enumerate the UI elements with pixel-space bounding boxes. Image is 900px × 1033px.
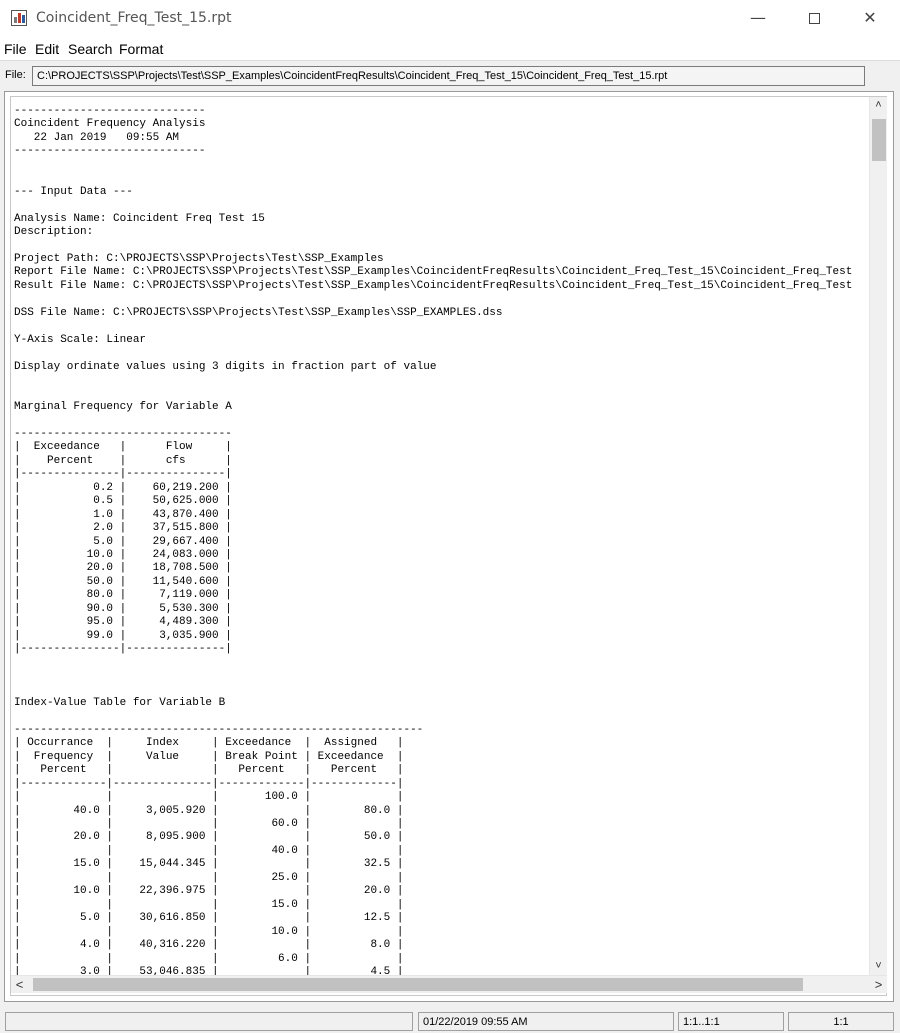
maximize-button[interactable] — [791, 0, 837, 36]
report-line: | 3.0 | 53,046.835 | | 4.5 | — [14, 966, 404, 975]
report-line: ----------------------------------------… — [14, 723, 424, 736]
report-line: | 90.0 | 5,530.300 | — [14, 602, 232, 615]
report-line: | 40.0 | 3,005.920 | | 80.0 | — [14, 804, 404, 817]
vertical-scrollbar[interactable]: ˄ ˅ — [869, 97, 887, 975]
report-line: | 95.0 | 4,489.300 | — [14, 616, 232, 629]
report-line: Analysis Name: Coincident Freq Test 15 — [14, 212, 265, 225]
report-line: Report File Name: C:\PROJECTS\SSP\Projec… — [14, 266, 853, 279]
file-label: File: — [5, 69, 26, 81]
report-line — [14, 670, 869, 683]
report-line: | 50.0 | 11,540.600 | — [14, 575, 232, 588]
report-line: | Percent | cfs | — [14, 454, 232, 467]
report-line — [14, 414, 869, 427]
status-message — [5, 1012, 413, 1031]
menu-search[interactable]: Search — [68, 41, 112, 57]
report-line: | | | 6.0 | | — [14, 952, 404, 965]
report-line: | | | 60.0 | | — [14, 818, 404, 831]
menu-format[interactable]: Format — [119, 41, 163, 57]
report-line: | 1.0 | 43,870.400 | — [14, 508, 232, 521]
file-path-field[interactable]: C:\PROJECTS\SSP\Projects\Test\SSP_Exampl… — [32, 66, 865, 86]
report-line: | | | 25.0 | | — [14, 871, 404, 884]
menu-file[interactable]: File — [4, 41, 27, 57]
report-line: | 10.0 | 22,396.975 | | 20.0 | — [14, 885, 404, 898]
report-line: |---------------|---------------| — [14, 468, 232, 481]
report-line: Marginal Frequency for Variable A — [14, 400, 232, 413]
report-line: | 0.2 | 60,219.200 | — [14, 481, 232, 494]
scroll-down-icon[interactable]: ˅ — [870, 958, 887, 975]
close-button[interactable]: ✕ — [847, 0, 893, 36]
report-line: | Frequency | Value | Break Point | Exce… — [14, 750, 404, 763]
report-line: ----------------------------- — [14, 145, 206, 158]
report-line: --------------------------------- — [14, 427, 232, 440]
status-datetime: 01/22/2019 09:55 AM — [418, 1012, 674, 1031]
report-line — [14, 683, 869, 696]
report-line — [14, 240, 869, 253]
report-line: Display ordinate values using 3 digits i… — [14, 360, 437, 373]
report-line: | 99.0 | 3,035.900 | — [14, 629, 232, 642]
report-line: Result File Name: C:\PROJECTS\SSP\Projec… — [14, 279, 853, 292]
report-line: | | | 15.0 | | — [14, 898, 404, 911]
report-line: | 10.0 | 24,083.000 | — [14, 548, 232, 561]
report-line: | Exceedance | Flow | — [14, 441, 232, 454]
menu-bar: File Edit Search Format — [0, 37, 900, 61]
minimize-button[interactable]: — — [735, 0, 781, 36]
status-bar: 01/22/2019 09:55 AM 1:1..1:1 1:1 — [0, 1008, 900, 1033]
report-line — [14, 374, 869, 387]
title-bar: Coincident_Freq_Test_15.rpt — ✕ — [0, 0, 900, 37]
report-line: | | | 100.0 | | — [14, 791, 404, 804]
report-line: --- Input Data --- — [14, 185, 133, 198]
scroll-left-icon[interactable]: < — [11, 976, 28, 993]
report-line — [14, 710, 869, 723]
horizontal-scroll-thumb[interactable] — [33, 978, 803, 991]
report-line: | | | 10.0 | | — [14, 925, 404, 938]
report-line: | Percent | | Percent | Percent | — [14, 764, 404, 777]
report-line: | 80.0 | 7,119.000 | — [14, 589, 232, 602]
report-line — [14, 347, 869, 360]
report-line — [14, 293, 869, 306]
report-line: Coincident Frequency Analysis — [14, 118, 206, 131]
maximize-icon — [808, 13, 820, 24]
report-frame: ----------------------------- Coincident … — [4, 91, 894, 1002]
report-line: | 5.0 | 30,616.850 | | 12.5 | — [14, 912, 404, 925]
report-line: |-------------|---------------|---------… — [14, 777, 404, 790]
report-line: | 15.0 | 15,044.345 | | 32.5 | — [14, 858, 404, 871]
window-title: Coincident_Freq_Test_15.rpt — [36, 10, 232, 26]
report-line: | | | 40.0 | | — [14, 844, 404, 857]
report-line — [14, 172, 869, 185]
report-line: | Occurrance | Index | Exceedance | Assi… — [14, 737, 404, 750]
report-line: Index-Value Table for Variable B — [14, 696, 226, 709]
report-line: Description: — [14, 226, 94, 239]
report-line: | 0.5 | 50,625.000 | — [14, 495, 232, 508]
report-line: |---------------|---------------| — [14, 643, 232, 656]
report-text[interactable]: ----------------------------- Coincident … — [11, 97, 869, 975]
report-line: DSS File Name: C:\PROJECTS\SSP\Projects\… — [14, 306, 503, 319]
file-bar: File: C:\PROJECTS\SSP\Projects\Test\SSP_… — [0, 64, 900, 90]
report-line: | 20.0 | 8,095.900 | | 50.0 | — [14, 831, 404, 844]
report-panel: ----------------------------- Coincident … — [10, 96, 887, 996]
report-line — [14, 388, 869, 401]
report-line: | 5.0 | 29,667.400 | — [14, 535, 232, 548]
horizontal-scrollbar[interactable]: < > — [11, 975, 887, 993]
chart-icon — [11, 10, 27, 26]
report-line: | 4.0 | 40,316.220 | | 8.0 | — [14, 939, 404, 952]
report-line — [14, 320, 869, 333]
report-line: 22 Jan 2019 09:55 AM — [14, 131, 180, 144]
report-line: | 2.0 | 37,515.800 | — [14, 522, 232, 535]
report-line — [14, 657, 869, 670]
status-range: 1:1..1:1 — [678, 1012, 784, 1031]
scroll-right-icon[interactable]: > — [870, 976, 887, 993]
report-viewport[interactable]: ----------------------------- Coincident … — [11, 97, 869, 975]
report-line: ----------------------------- — [14, 105, 206, 117]
vertical-scroll-thumb[interactable] — [872, 119, 886, 161]
report-line: Project Path: C:\PROJECTS\SSP\Projects\T… — [14, 252, 384, 265]
report-line — [14, 159, 869, 172]
report-line — [14, 199, 869, 212]
report-line: | 20.0 | 18,708.500 | — [14, 562, 232, 575]
report-line: Y-Axis Scale: Linear — [14, 333, 147, 346]
menu-edit[interactable]: Edit — [35, 41, 59, 57]
status-position: 1:1 — [788, 1012, 894, 1031]
scroll-up-icon[interactable]: ˄ — [870, 97, 887, 114]
